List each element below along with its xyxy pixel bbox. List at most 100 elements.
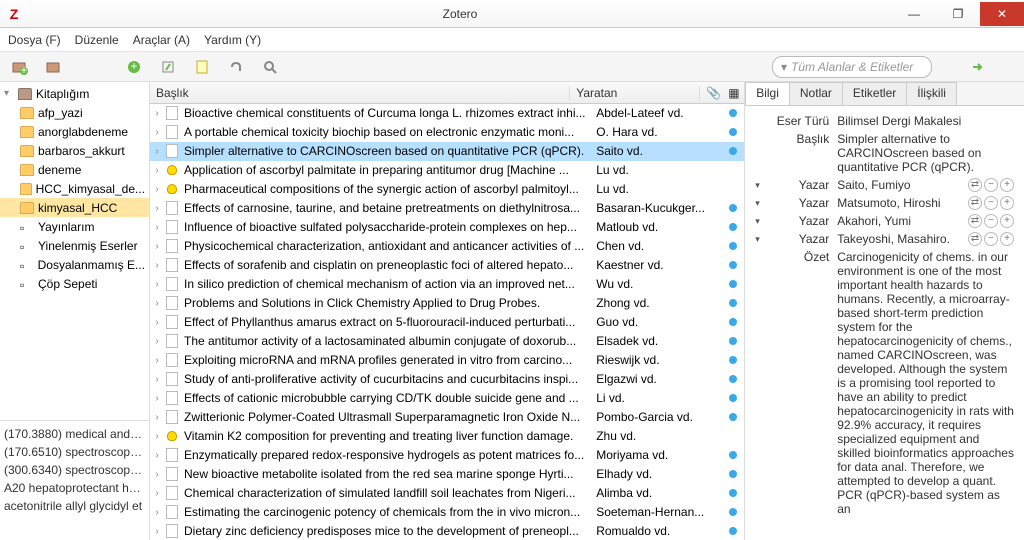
maximize-button[interactable]: ❐ <box>936 2 980 26</box>
tag-item[interactable]: A20 hepatoprotectant hepa <box>4 479 145 497</box>
advanced-search-button[interactable] <box>256 55 284 79</box>
menu-file[interactable]: Dosya (F) <box>8 33 61 47</box>
field-value-type[interactable]: Bilimsel Dergi Makalesi <box>837 114 1014 128</box>
expand-twisty[interactable]: › <box>150 450 164 461</box>
expand-twisty[interactable]: › <box>150 203 164 214</box>
expand-twisty[interactable]: › <box>150 108 164 119</box>
expand-twisty[interactable]: › <box>150 241 164 252</box>
author-add-button[interactable]: + <box>1000 214 1014 228</box>
expand-twisty[interactable]: › <box>150 146 164 157</box>
author-swap-icon[interactable]: ⇄ <box>968 232 982 246</box>
expand-twisty[interactable]: › <box>150 260 164 271</box>
menu-tools[interactable]: Araçlar (A) <box>133 33 190 47</box>
field-value-abstract[interactable]: Carcinogenicity of chems. in our environ… <box>837 250 1014 516</box>
item-row[interactable]: ›In silico prediction of chemical mechan… <box>150 275 744 294</box>
author-swap-icon[interactable]: ⇄ <box>968 214 982 228</box>
expand-twisty[interactable]: › <box>150 526 164 537</box>
close-button[interactable]: ✕ <box>980 2 1024 26</box>
author-add-button[interactable]: + <box>1000 196 1014 210</box>
item-row[interactable]: ›Bioactive chemical constituents of Curc… <box>150 104 744 123</box>
item-row[interactable]: ›Simpler alternative to CARCINOscreen ba… <box>150 142 744 161</box>
item-row[interactable]: ›Study of anti-proliferative activity of… <box>150 370 744 389</box>
tag-item[interactable]: acetonitrile allyl glycidyl et <box>4 497 145 515</box>
item-row[interactable]: ›Effect of Phyllanthus amarus extract on… <box>150 313 744 332</box>
tab-tags[interactable]: Etiketler <box>842 82 907 105</box>
expand-twisty[interactable]: › <box>150 184 164 195</box>
sidebar-collection[interactable]: anorglabdeneme <box>0 122 149 141</box>
add-attachment-button[interactable] <box>222 55 250 79</box>
item-list[interactable]: ›Bioactive chemical constituents of Curc… <box>150 104 744 540</box>
library-root[interactable]: ▾Kitaplığım <box>0 84 149 103</box>
field-label-author[interactable]: Yazar <box>767 196 837 210</box>
expand-twisty[interactable]: › <box>150 165 164 176</box>
expand-twisty[interactable]: › <box>150 431 164 442</box>
author-swap-icon[interactable]: ⇄ <box>968 178 982 192</box>
item-row[interactable]: ›Estimating the carcinogenic potency of … <box>150 503 744 522</box>
column-title[interactable]: Başlık <box>150 86 570 100</box>
item-row[interactable]: ›Zwitterionic Polymer-Coated Ultrasmall … <box>150 408 744 427</box>
sidebar-collection[interactable]: HCC_kimyasal_de... <box>0 179 149 198</box>
author-swap-icon[interactable]: ⇄ <box>968 196 982 210</box>
tag-selector[interactable]: (170.3880) medical and bio(170.6510) spe… <box>0 420 149 540</box>
expand-twisty[interactable]: › <box>150 279 164 290</box>
field-label-author[interactable]: Yazar <box>767 232 837 246</box>
item-row[interactable]: ›Influence of bioactive sulfated polysac… <box>150 218 744 237</box>
sidebar-collection[interactable]: barbaros_akkurt <box>0 141 149 160</box>
tab-info[interactable]: Bilgi <box>745 82 790 105</box>
sidebar-collection[interactable]: ▫Çöp Sepeti <box>0 274 149 293</box>
author-remove-button[interactable]: − <box>984 196 998 210</box>
sidebar-collection[interactable]: kimyasal_HCC <box>0 198 149 217</box>
item-row[interactable]: ›Problems and Solutions in Click Chemist… <box>150 294 744 313</box>
tab-notes[interactable]: Notlar <box>789 82 843 105</box>
menu-edit[interactable]: Düzenle <box>75 33 119 47</box>
expand-twisty[interactable]: › <box>150 393 164 404</box>
tag-item[interactable]: (170.3880) medical and bio <box>4 425 145 443</box>
author-remove-button[interactable]: − <box>984 232 998 246</box>
column-picker[interactable]: ▦ <box>722 86 744 100</box>
field-label-author[interactable]: Yazar <box>767 178 837 192</box>
item-row[interactable]: ›A portable chemical toxicity biochip ba… <box>150 123 744 142</box>
item-row[interactable]: ›Enzymatically prepared redox-responsive… <box>150 446 744 465</box>
new-note-button[interactable] <box>188 55 216 79</box>
field-value-author[interactable]: Saito, Fumiyo <box>837 178 968 192</box>
expand-twisty[interactable]: › <box>150 488 164 499</box>
item-row[interactable]: ›Effects of cationic microbubble carryin… <box>150 389 744 408</box>
item-row[interactable]: ›Dietary zinc deficiency predisposes mic… <box>150 522 744 540</box>
column-creator[interactable]: Yaratan <box>570 86 700 100</box>
field-label-author[interactable]: Yazar <box>767 214 837 228</box>
tab-related[interactable]: İlişkili <box>906 82 957 105</box>
item-row[interactable]: ›Application of ascorbyl palmitate in pr… <box>150 161 744 180</box>
sidebar-collection[interactable]: ▫Dosyalanmamış E... <box>0 255 149 274</box>
item-row[interactable]: ›New bioactive metabolite isolated from … <box>150 465 744 484</box>
new-collection-button[interactable]: + <box>6 55 34 79</box>
locate-button[interactable] <box>964 55 992 79</box>
sidebar-collection[interactable]: ▫Yinelenmiş Eserler <box>0 236 149 255</box>
item-row[interactable]: ›Physicochemical characterization, antio… <box>150 237 744 256</box>
field-value-author[interactable]: Akahori, Yumi <box>837 214 968 228</box>
expand-twisty[interactable]: › <box>150 127 164 138</box>
new-item-button[interactable]: + <box>120 55 148 79</box>
item-row[interactable]: ›Pharmaceutical compositions of the syne… <box>150 180 744 199</box>
item-row[interactable]: ›The antitumor activity of a lactosamina… <box>150 332 744 351</box>
item-row[interactable]: ›Effects of sorafenib and cisplatin on p… <box>150 256 744 275</box>
sidebar-collection[interactable]: deneme <box>0 160 149 179</box>
item-row[interactable]: ›Exploiting microRNA and mRNA profiles g… <box>150 351 744 370</box>
author-add-button[interactable]: + <box>1000 232 1014 246</box>
author-remove-button[interactable]: − <box>984 214 998 228</box>
sidebar-collection[interactable]: ▫Yayınlarım <box>0 217 149 236</box>
field-value-author[interactable]: Takeyoshi, Masahiro. <box>837 232 968 246</box>
tag-item[interactable]: (300.6340) spectroscopy, in <box>4 461 145 479</box>
expand-twisty[interactable]: › <box>150 412 164 423</box>
item-row[interactable]: ›Vitamin K2 composition for preventing a… <box>150 427 744 446</box>
expand-twisty[interactable]: › <box>150 374 164 385</box>
tag-item[interactable]: (170.6510) spectroscopy, ti <box>4 443 145 461</box>
item-row[interactable]: ›Effects of carnosine, taurine, and beta… <box>150 199 744 218</box>
item-row[interactable]: ›Chemical characterization of simulated … <box>150 484 744 503</box>
expand-twisty[interactable]: › <box>150 317 164 328</box>
author-remove-button[interactable]: − <box>984 178 998 192</box>
expand-twisty[interactable]: › <box>150 336 164 347</box>
expand-twisty[interactable]: › <box>150 355 164 366</box>
new-group-button[interactable] <box>40 55 68 79</box>
menu-help[interactable]: Yardım (Y) <box>204 33 261 47</box>
add-by-identifier-button[interactable] <box>154 55 182 79</box>
